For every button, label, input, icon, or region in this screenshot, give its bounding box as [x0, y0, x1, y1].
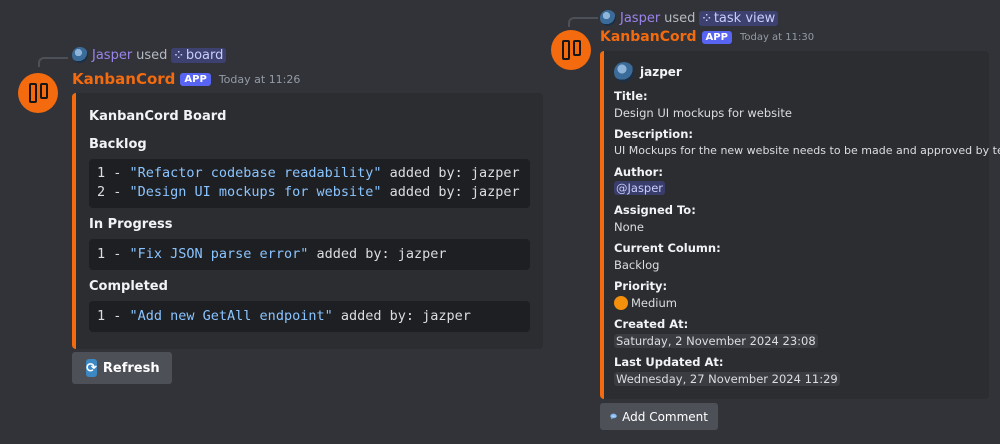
message-header: KanbanCord APP Today at 11:26 [72, 70, 300, 88]
task-embed: jazper Title: Design UI mockups for webs… [600, 51, 1000, 399]
task-index: 2 - [97, 184, 130, 200]
created-timestamp[interactable]: Saturday, 2 November 2024 23:08 [614, 334, 818, 348]
field-created-value: Saturday, 2 November 2024 23:08 [614, 334, 818, 348]
task-index: 1 - [97, 165, 130, 181]
priority-label: Medium [631, 296, 677, 310]
command-user[interactable]: Jasper [620, 11, 660, 26]
slash-command-icon: ⁘ [174, 49, 183, 61]
task-line: 1 - "Refactor codebase readability" adde… [97, 164, 522, 183]
field-updated-name: Last Updated At: [614, 355, 724, 369]
field-assigned-name: Assigned To: [614, 203, 696, 217]
field-title-value: Design UI mockups for website [614, 106, 792, 120]
add-comment-label: Add Comment [622, 409, 708, 424]
task-added-by: added by: jazper [332, 308, 471, 324]
field-description-name: Description: [614, 127, 693, 141]
field-description-value: UI Mockups for the new website needs to … [614, 144, 1000, 157]
command-name: task view [713, 10, 776, 26]
task-name: "Fix JSON parse error" [129, 246, 309, 262]
app-badge: APP [180, 72, 211, 86]
command-pill[interactable]: ⁘ board [171, 47, 227, 63]
message-header: KanbanCord APP Today at 11:30 [600, 29, 814, 45]
section-heading-backlog: Backlog [89, 137, 147, 152]
command-user[interactable]: Jasper [92, 48, 132, 63]
field-author-value: @Jasper [614, 181, 666, 195]
app-badge: APP [701, 30, 732, 44]
task-name: "Refactor codebase readability" [129, 165, 382, 181]
user-mention[interactable]: @Jasper [614, 181, 666, 195]
code-block-backlog: 1 - "Refactor codebase readability" adde… [89, 159, 530, 208]
add-comment-button[interactable]: Add Comment [600, 403, 718, 430]
field-column-name: Current Column: [614, 241, 721, 255]
field-author-name: Author: [614, 165, 663, 179]
orange-circle-icon [614, 296, 628, 310]
kanban-logo-column [39, 83, 48, 99]
speech-bubble-icon [610, 413, 617, 420]
kanban-logo-icon [28, 83, 37, 103]
slash-command-icon: ⁘ [702, 12, 711, 24]
task-name: "Add new GetAll endpoint" [129, 308, 333, 324]
task-added-by: added by: jazper [308, 246, 447, 262]
field-title-name: Title: [614, 89, 648, 103]
embed-title: KanbanCord Board [89, 109, 227, 124]
bot-name[interactable]: KanbanCord [600, 29, 697, 45]
field-priority-value: Medium [614, 296, 677, 310]
embed-author[interactable]: jazper [640, 65, 682, 79]
command-invocation: Jasper used ⁘ board [72, 47, 227, 63]
reply-connector [568, 17, 598, 27]
task-index: 1 - [97, 246, 130, 262]
command-name: board [185, 47, 224, 63]
refresh-label: Refresh [102, 360, 160, 376]
used-text: used [136, 47, 168, 63]
field-column-value: Backlog [614, 258, 660, 272]
used-text: used [664, 10, 696, 26]
user-avatar[interactable] [72, 47, 88, 63]
bot-avatar[interactable] [551, 30, 591, 70]
author-avatar [614, 62, 634, 82]
code-block-in-progress: 1 - "Fix JSON parse error" added by: jaz… [89, 239, 530, 270]
kanban-logo-icon [561, 40, 570, 60]
bot-name[interactable]: KanbanCord [72, 70, 175, 88]
reply-connector [38, 57, 68, 67]
section-heading-completed: Completed [89, 279, 168, 294]
code-block-completed: 1 - "Add new GetAll endpoint" added by: … [89, 301, 530, 332]
field-created-name: Created At: [614, 317, 689, 331]
field-updated-value: Wednesday, 27 November 2024 11:29 [614, 372, 840, 386]
command-invocation: Jasper used ⁘ task view [600, 10, 779, 26]
updated-timestamp[interactable]: Wednesday, 27 November 2024 11:29 [614, 372, 840, 386]
refresh-icon: ⟳ [86, 359, 97, 377]
task-index: 1 - [97, 308, 130, 324]
task-added-by: added by: jazper [381, 184, 520, 200]
timestamp[interactable]: Today at 11:26 [219, 73, 301, 86]
task-line: 1 - "Add new GetAll endpoint" added by: … [97, 307, 522, 326]
field-assigned-value: None [614, 220, 645, 234]
task-line: 1 - "Fix JSON parse error" added by: jaz… [97, 245, 522, 264]
section-heading-in-progress: In Progress [89, 217, 173, 232]
timestamp[interactable]: Today at 11:30 [740, 32, 814, 43]
user-avatar[interactable] [600, 10, 616, 26]
bot-avatar[interactable] [18, 73, 58, 113]
refresh-button[interactable]: ⟳ Refresh [72, 352, 172, 384]
command-pill[interactable]: ⁘ task view [699, 10, 779, 26]
task-name: "Design UI mockups for website" [129, 184, 382, 200]
task-added-by: added by: jazper [381, 165, 520, 181]
task-line: 2 - "Design UI mockups for website" adde… [97, 183, 522, 202]
field-priority-name: Priority: [614, 279, 668, 293]
board-embed: KanbanCord Board Backlog 1 - "Refactor c… [72, 93, 543, 349]
kanban-logo-column [572, 40, 581, 56]
